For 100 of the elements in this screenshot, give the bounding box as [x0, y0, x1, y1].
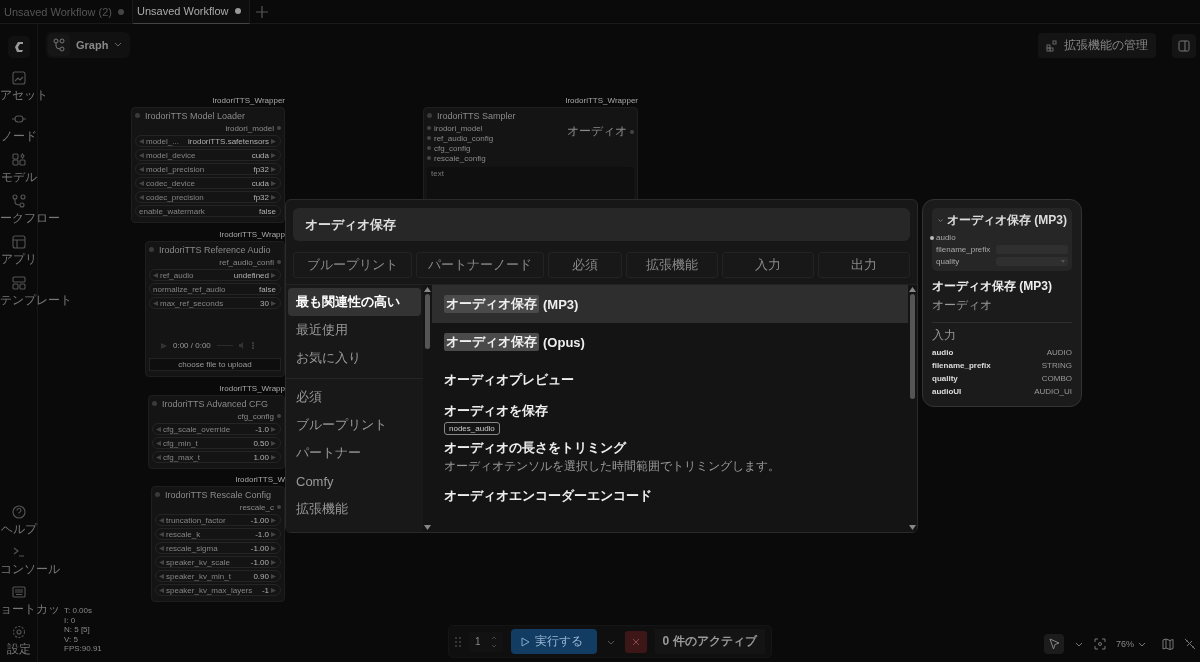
increment-arrow-icon[interactable]	[271, 573, 276, 579]
input-slot-icon[interactable]	[427, 146, 431, 150]
map-icon[interactable]	[1162, 638, 1174, 650]
category-item[interactable]: 最近使用	[288, 316, 421, 344]
settings-icon[interactable]	[11, 624, 26, 639]
increment-arrow-icon[interactable]	[271, 440, 276, 446]
increment-arrow-icon[interactable]	[271, 454, 276, 460]
decrement-arrow-icon[interactable]	[159, 573, 164, 579]
search-result[interactable]: オーディオ保存 (Opus)	[432, 323, 908, 361]
node-card[interactable]: IrodoriTTS Model Loader irodori_model model_... irodoriTTS.safetensors model_device cuda model_precision fp32 codec_device cuda codec_precision fp32 enable_watermark false	[131, 107, 285, 223]
category-item[interactable]: 拡張機能	[288, 495, 421, 523]
increment-arrow-icon[interactable]	[271, 587, 276, 593]
scroll-down-icon[interactable]	[424, 525, 431, 530]
workflows-icon[interactable]	[11, 193, 26, 208]
sidebar-label[interactable]: 設定	[6, 640, 31, 658]
decrement-arrow-icon[interactable]	[139, 194, 144, 200]
search-result[interactable]: オーディオを保存 nodes_audio	[432, 399, 908, 437]
sidebar-label[interactable]: ークフロー	[0, 209, 60, 227]
output-slot-icon[interactable]	[277, 505, 281, 509]
output-slot-icon[interactable]	[277, 126, 281, 130]
collapse-dot-icon[interactable]	[152, 401, 157, 406]
category-item[interactable]: Comfy	[288, 467, 421, 495]
category-item[interactable]: お気に入り	[288, 344, 421, 372]
app-logo-icon[interactable]	[7, 36, 30, 58]
output-slot-icon[interactable]	[277, 260, 281, 264]
sidebar-label[interactable]: アプリ	[0, 250, 37, 268]
output-slot-icon[interactable]	[277, 414, 281, 418]
zoom-menu[interactable]: 76%	[1116, 639, 1146, 649]
increment-arrow-icon[interactable]	[271, 531, 276, 537]
category-item[interactable]: ブループリント	[288, 411, 421, 439]
decrement-arrow-icon[interactable]	[159, 559, 164, 565]
filter-tab[interactable]: 出力	[818, 252, 910, 278]
input-slot-icon[interactable]	[427, 156, 431, 160]
node-card[interactable]: IrodoriTTS Advanced CFG cfg_config cfg_scale_override -1.0 cfg_min_t 0.50 cfg_max_t 1.00	[148, 395, 285, 469]
templates-icon[interactable]	[11, 275, 26, 290]
increment-arrow-icon[interactable]	[271, 166, 276, 172]
decrement-arrow-icon[interactable]	[159, 531, 164, 537]
increment-arrow-icon[interactable]	[271, 272, 276, 278]
collapse-dot-icon[interactable]	[149, 247, 154, 252]
help-icon[interactable]	[11, 504, 26, 519]
scroll-down-icon[interactable]	[909, 525, 916, 530]
increment-arrow-icon[interactable]	[271, 180, 276, 186]
node-card[interactable]: IrodoriTTS Rescale Config rescale_c truncation_factor -1.00 rescale_k -1.0 rescale_sigma -1.00 speaker_kv_scale -1.00 speaker_kv_min_t 0.90 speaker_kv_max_layers -1	[151, 486, 285, 602]
manage-extensions-button[interactable]: 拡張機能の管理	[1038, 33, 1156, 58]
sidebar-label[interactable]: ノード	[0, 127, 37, 145]
category-item[interactable]: パートナー	[288, 439, 421, 467]
increment-arrow-icon[interactable]	[271, 545, 276, 551]
search-result[interactable]: オーディオ保存 (MP3)	[432, 285, 908, 323]
run-button[interactable]: 実行する	[510, 629, 597, 654]
increment-arrow-icon[interactable]	[271, 194, 276, 200]
toggle-panel-icon[interactable]	[1172, 33, 1196, 58]
decrement-arrow-icon[interactable]	[139, 152, 144, 158]
scrollbar-thumb[interactable]	[425, 294, 430, 349]
increment-arrow-icon[interactable]	[271, 300, 276, 306]
shortcuts-icon[interactable]	[11, 584, 26, 599]
sidebar-label[interactable]: コンソール	[0, 560, 60, 578]
sidebar-label[interactable]: アセット	[0, 86, 48, 104]
volume-icon[interactable]	[238, 342, 246, 349]
category-item[interactable]: 最も関連性の高い	[288, 288, 421, 316]
node-card[interactable]: IrodoriTTS Reference Audio ref_audio_confi ref_audio undefined normalize_ref_audio false max_ref_seconds 30 0:00 / 0:00 choose file to upload	[145, 241, 285, 377]
input-slot-icon[interactable]	[427, 126, 431, 130]
filter-tab[interactable]: 入力	[722, 252, 814, 278]
search-result[interactable]: オーディオの長さをトリミング オーディオテンソルを選択した時間範囲でトリミングします。	[432, 437, 908, 477]
filter-tab[interactable]: 必須	[548, 252, 622, 278]
models-icon[interactable]	[11, 152, 26, 167]
collapse-dot-icon[interactable]	[155, 492, 160, 497]
output-slot-icon[interactable]	[630, 129, 634, 134]
cancel-icon[interactable]	[624, 630, 647, 653]
collapse-dot-icon[interactable]	[427, 113, 432, 118]
search-result[interactable]: オーディオプレビュー	[432, 361, 908, 399]
sidebar-label[interactable]: ョートカッ	[0, 600, 60, 618]
sidebar-label[interactable]: ヘルプ	[0, 520, 37, 538]
sidebar-label[interactable]: テンプレート	[0, 291, 72, 309]
drag-handle-icon[interactable]	[455, 636, 461, 647]
decrement-arrow-icon[interactable]	[156, 454, 161, 460]
increment-arrow-icon[interactable]	[271, 559, 276, 565]
filter-tab[interactable]: ブループリント	[293, 252, 412, 278]
workflow-tab[interactable]: Unsaved Workflow	[133, 0, 250, 24]
upload-button[interactable]: choose file to upload	[149, 358, 281, 371]
decrement-arrow-icon[interactable]	[153, 272, 158, 278]
fit-view-icon[interactable]	[1094, 638, 1106, 650]
apps-icon[interactable]	[11, 234, 26, 249]
decrement-arrow-icon[interactable]	[139, 138, 144, 144]
decrement-arrow-icon[interactable]	[153, 300, 158, 306]
increment-arrow-icon[interactable]	[271, 152, 276, 158]
filter-tab[interactable]: パートナーノード	[416, 252, 544, 278]
sidebar-label[interactable]: モデル	[0, 168, 37, 186]
decrement-arrow-icon[interactable]	[139, 166, 144, 172]
play-icon[interactable]	[161, 342, 167, 349]
pointer-icon[interactable]	[1044, 634, 1064, 654]
add-tab-icon[interactable]	[255, 5, 268, 18]
decrement-arrow-icon[interactable]	[139, 180, 144, 186]
collapse-dot-icon[interactable]	[135, 113, 140, 118]
search-field[interactable]: オーディオ保存	[293, 208, 910, 241]
scroll-up-icon[interactable]	[909, 287, 916, 292]
assets-icon[interactable]	[11, 70, 26, 85]
decrement-arrow-icon[interactable]	[159, 587, 164, 593]
stepper-icon[interactable]	[490, 634, 497, 649]
category-item[interactable]: 必須	[288, 383, 421, 411]
input-slot-icon[interactable]	[427, 136, 431, 140]
